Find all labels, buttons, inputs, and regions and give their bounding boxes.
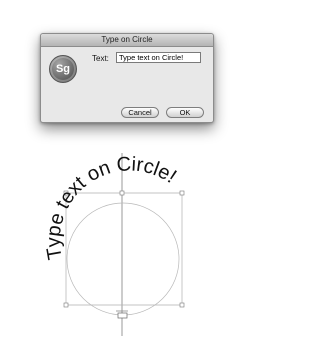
curved-text-path: Type text on Circle! (43, 153, 181, 261)
handle-bottom-left[interactable] (63, 302, 69, 308)
handle-top-right[interactable] (179, 190, 185, 196)
curved-text: Type text on Circle! (43, 153, 181, 261)
guide-circle (66, 202, 180, 316)
drawing-canvas: Type text on Circle! (43, 153, 185, 336)
bounding-box (65, 192, 183, 306)
anchor-handle[interactable] (117, 312, 128, 319)
handle-bottom-right[interactable] (179, 302, 185, 308)
handle-top-center[interactable] (119, 190, 125, 196)
